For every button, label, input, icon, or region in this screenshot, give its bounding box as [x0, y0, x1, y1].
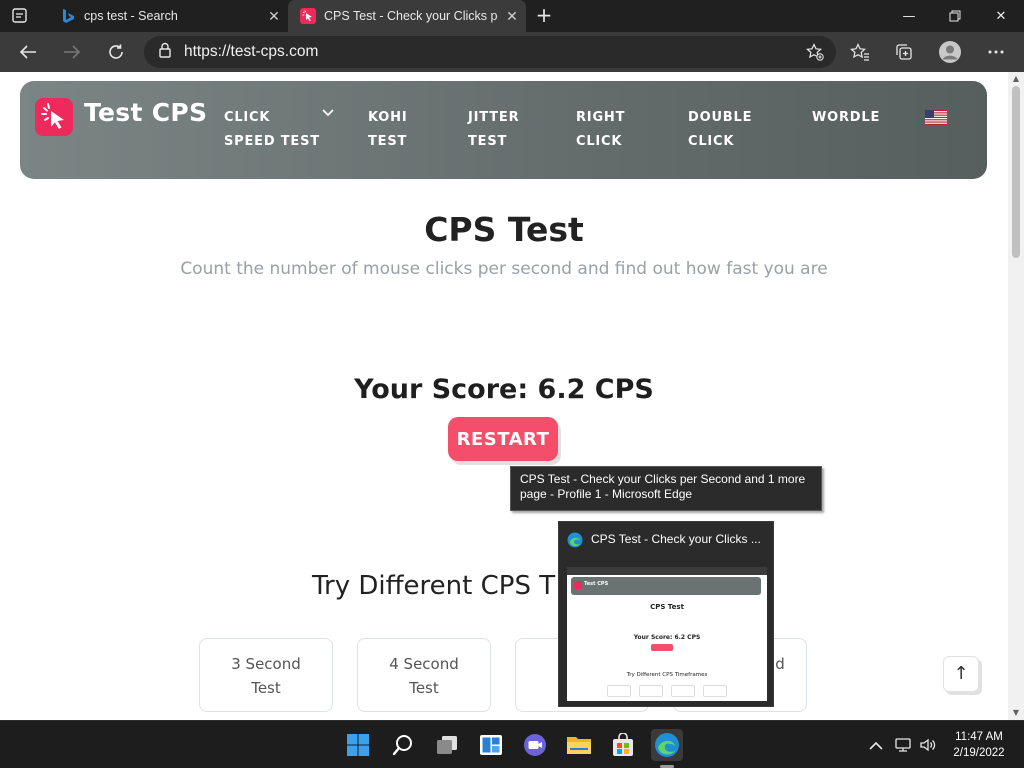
- scroll-up-arrow-icon[interactable]: ▲: [1008, 72, 1024, 86]
- nav-wordle[interactable]: WORDLE: [812, 106, 880, 130]
- lock-icon[interactable]: [158, 42, 172, 62]
- taskbar-tooltip: CPS Test - Check your Clicks per Second …: [510, 466, 822, 511]
- more-options-icon[interactable]: [980, 36, 1012, 68]
- page-scrollbar[interactable]: ▲ ▼: [1008, 72, 1024, 720]
- page-viewport: Test CPS CLICK SPEED TEST KOHI TEST JITT…: [0, 72, 1008, 720]
- window-close-icon[interactable]: ✕: [978, 0, 1024, 32]
- score-display: Your Score: 6.2 CPS: [354, 374, 654, 405]
- chevron-down-icon[interactable]: [322, 107, 334, 120]
- us-flag-icon[interactable]: [925, 110, 947, 125]
- browser-toolbar: https://test-cps.com: [0, 32, 1024, 72]
- nav-jitter-test[interactable]: JITTER TEST: [468, 106, 519, 154]
- test-card-4-second[interactable]: 4 Second Test: [357, 638, 491, 712]
- microsoft-store-icon[interactable]: [607, 729, 639, 761]
- tooltip-line2: page - Profile 1 - Microsoft Edge: [520, 487, 693, 501]
- card-label-line2: Test: [409, 679, 439, 697]
- taskbar-window-preview[interactable]: CPS Test - Check your Clicks ... Test CP…: [558, 521, 774, 707]
- thumb-logo: Test CPS: [584, 581, 609, 587]
- tab-actions-icon[interactable]: [8, 6, 32, 26]
- nav-label-line2: TEST: [368, 134, 408, 149]
- thumb-title: CPS Test: [650, 603, 684, 611]
- bing-icon: [60, 8, 76, 24]
- system-clock[interactable]: 11:47 AM 2/19/2022: [948, 729, 1010, 761]
- cps-test-favicon: [300, 8, 316, 24]
- edge-icon: [567, 532, 583, 548]
- address-bar[interactable]: https://test-cps.com: [144, 36, 836, 68]
- nav-label-line1: CLICK: [224, 110, 271, 125]
- clock-time: 11:47 AM: [955, 731, 1003, 743]
- nav-right-click[interactable]: RIGHT CLICK: [576, 106, 625, 154]
- teams-chat-icon[interactable]: [519, 729, 551, 761]
- nav-label-line2: TEST: [468, 134, 508, 149]
- nav-click-speed-test[interactable]: CLICK SPEED TEST: [224, 106, 320, 154]
- page-title: CPS Test: [424, 210, 584, 249]
- clock-date: 2/19/2022: [953, 747, 1005, 759]
- file-explorer-icon[interactable]: [563, 729, 595, 761]
- show-hidden-icons-icon[interactable]: [866, 735, 886, 755]
- test-card-3-second[interactable]: 3 Second Test: [199, 638, 333, 712]
- cps-logo-icon[interactable]: [35, 98, 73, 136]
- page-subtitle: Count the number of mouse clicks per sec…: [180, 259, 828, 279]
- forward-icon[interactable]: [56, 36, 88, 68]
- preview-title: CPS Test - Check your Clicks ...: [591, 532, 761, 546]
- nav-label-line1: DOUBLE: [688, 110, 753, 125]
- nav-label-line1: KOHI: [368, 110, 408, 125]
- nav-double-click[interactable]: DOUBLE CLICK: [688, 106, 752, 154]
- search-icon[interactable]: [387, 729, 419, 761]
- close-tab-icon[interactable]: ✕: [498, 8, 526, 25]
- new-tab-button[interactable]: +: [532, 4, 556, 28]
- restart-button[interactable]: RESTART: [448, 417, 558, 461]
- close-tab-icon[interactable]: ✕: [260, 8, 288, 25]
- nav-label-line2: SPEED TEST: [224, 134, 320, 149]
- minimize-icon[interactable]: —: [886, 0, 932, 32]
- tab-bing-search[interactable]: cps test - Search ✕: [48, 0, 288, 32]
- nav-label-line2: CLICK: [576, 134, 623, 149]
- add-favorite-icon[interactable]: [805, 43, 824, 61]
- thumb-restart: [651, 644, 673, 651]
- task-view-icon[interactable]: [431, 729, 463, 761]
- windows-taskbar: 11:47 AM 2/19/2022: [0, 720, 1024, 768]
- thumb-try: Try Different CPS Timeframes: [626, 672, 708, 678]
- preview-thumbnail: Test CPS CPS Test Your Score: 6.2 CPS Tr…: [567, 559, 767, 701]
- thumb-score: Your Score: 6.2 CPS: [633, 634, 701, 641]
- edge-icon[interactable]: [651, 729, 683, 761]
- refresh-icon[interactable]: [100, 36, 132, 68]
- url-text[interactable]: https://test-cps.com: [184, 43, 318, 61]
- scrollbar-thumb[interactable]: [1012, 86, 1020, 258]
- nav-kohi-test[interactable]: KOHI TEST: [368, 106, 407, 154]
- tab-title: cps test - Search: [84, 9, 178, 23]
- nav-label-line2: CLICK: [688, 134, 735, 149]
- nav-label-line1: WORDLE: [812, 110, 881, 125]
- scroll-to-top-button[interactable]: ↑: [943, 656, 979, 692]
- collections-icon[interactable]: [888, 36, 920, 68]
- restore-icon[interactable]: [932, 0, 978, 32]
- site-navbar: Test CPS CLICK SPEED TEST KOHI TEST JITT…: [20, 81, 987, 179]
- network-icon[interactable]: [893, 735, 913, 755]
- favorites-icon[interactable]: [844, 36, 876, 68]
- tooltip-line1: CPS Test - Check your Clicks per Second …: [520, 472, 806, 486]
- tab-cps-test[interactable]: CPS Test - Check your Clicks per ✕: [288, 0, 526, 32]
- back-icon[interactable]: [12, 36, 44, 68]
- scroll-down-arrow-icon[interactable]: ▼: [1008, 706, 1024, 720]
- site-logo-text[interactable]: Test CPS: [84, 98, 207, 127]
- volume-icon[interactable]: [918, 735, 938, 755]
- nav-label-line1: JITTER: [468, 110, 520, 125]
- browser-tab-strip: cps test - Search ✕ CPS Test - Check you…: [0, 0, 1024, 32]
- tab-title: CPS Test - Check your Clicks per: [324, 9, 498, 23]
- cps-logo-icon: [574, 581, 582, 589]
- nav-label-line1: RIGHT: [576, 110, 626, 125]
- card-label-line1: 3 Second: [231, 655, 301, 673]
- section-title: Try Different CPS T: [312, 571, 556, 601]
- profile-avatar-icon[interactable]: [934, 36, 966, 68]
- card-label-line1: 4 Second: [389, 655, 459, 673]
- card-label-line2: Test: [251, 679, 281, 697]
- windows-start-icon[interactable]: [342, 729, 374, 761]
- widgets-icon[interactable]: [475, 729, 507, 761]
